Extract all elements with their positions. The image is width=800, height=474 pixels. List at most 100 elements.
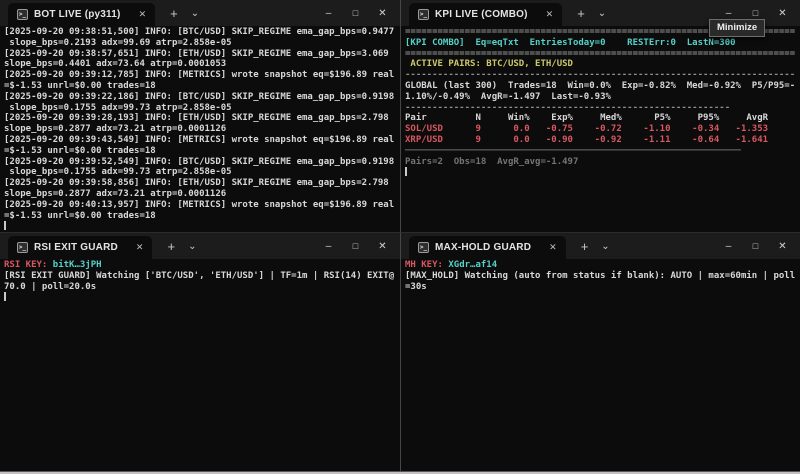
- terminal-line: [2025-09-20 09:38:57,651] INFO: [ETH/USD…: [4, 49, 400, 60]
- new-tab-button[interactable]: +: [577, 6, 585, 21]
- terminal-text: ────────────────────────────────────────…: [405, 146, 741, 156]
- terminal-line: slope_bps=0.4401 adx=73.64 atrp=0.000105…: [4, 59, 400, 70]
- terminal-output-rsi-guard[interactable]: RSI KEY: bitK…3jPH[RSI EXIT GUARD] Watch…: [0, 259, 400, 303]
- tab-bar-max-hold: >_ MAX-HOLD GUARD ✕ + ⌄ – □ ✕: [401, 233, 800, 259]
- terminal-text: 1.10%/-0.49% AvgR=-1.497 Last=-0.93%: [405, 92, 611, 102]
- new-tab-button[interactable]: +: [170, 6, 178, 21]
- tab-dropdown-icon[interactable]: ⌄: [598, 8, 606, 19]
- close-button[interactable]: ✕: [769, 8, 796, 19]
- tab-title: KPI LIVE (COMBO): [435, 9, 528, 20]
- terminal-text: [2025-09-20 09:38:57,651] INFO: [ETH/USD…: [4, 49, 389, 59]
- terminal-text: [RSI EXIT GUARD] Watching ['BTC/USD', 'E…: [4, 271, 394, 281]
- terminal-text: [KPI COMBO] Eq=eqTxt EntriesToday=0 REST…: [405, 38, 736, 48]
- terminal-line: XRP/USD 9 0.0 -0.90 -0.92 -1.11 -0.64 -1…: [405, 135, 800, 146]
- maximize-button[interactable]: □: [342, 241, 369, 251]
- terminal-line: slope_bps=0.2877 adx=73.21 atrp=0.000112…: [4, 189, 400, 200]
- terminal-line: ----------------------------------------…: [405, 70, 800, 81]
- terminal-line: =$-1.53 unrl=$0.00 trades=18: [4, 81, 400, 92]
- minimize-button[interactable]: –: [315, 241, 342, 252]
- terminal-line: GLOBAL (last 300) Trades=18 Win=0.0% Exp…: [405, 81, 800, 92]
- terminal-line: [2025-09-20 09:39:22,186] INFO: [BTC/USD…: [4, 92, 400, 103]
- tab-bar-bot-live: >_ BOT LIVE (py311) ✕ + ⌄ – □ ✕: [0, 0, 400, 26]
- terminal-line: [KPI COMBO] Eq=eqTxt EntriesToday=0 REST…: [405, 38, 800, 49]
- terminal-app-icon: >_: [418, 242, 429, 253]
- terminal-app-icon: >_: [17, 242, 28, 253]
- terminal-grid: >_ BOT LIVE (py311) ✕ + ⌄ – □ ✕ [2025-09…: [0, 0, 800, 471]
- terminal-line: 1.10%/-0.49% AvgR=-1.497 Last=-0.93%: [405, 92, 800, 103]
- terminal-text: [MAX_HOLD] Watching (auto from status if…: [405, 271, 795, 281]
- terminal-text: ----------------------------------------…: [405, 103, 730, 113]
- terminal-line: =$-1.53 unrl=$0.00 trades=18: [4, 211, 400, 222]
- tab-dropdown-icon[interactable]: ⌄: [191, 8, 199, 19]
- terminal-line: Pairs=2 Obs=18 AvgR_avg=-1.497: [405, 157, 800, 168]
- terminal-text: slope_bps=0.2193 adx=99.69 atrp=2.858e-0…: [4, 38, 232, 48]
- tab-title: BOT LIVE (py311): [34, 9, 121, 20]
- terminal-output-kpi-live[interactable]: ========================================…: [401, 26, 800, 178]
- terminal-output-bot-live[interactable]: [2025-09-20 09:38:51,500] INFO: [BTC/USD…: [0, 26, 400, 232]
- tab-close-icon[interactable]: ✕: [139, 9, 147, 20]
- terminal-window-max-hold: >_ MAX-HOLD GUARD ✕ + ⌄ – □ ✕ MH KEY: XG…: [400, 232, 800, 471]
- terminal-text: [2025-09-20 09:39:28,193] INFO: [ETH/USD…: [4, 113, 389, 123]
- terminal-line: [4, 292, 400, 303]
- terminal-text: slope_bps=0.2877 adx=73.21 atrp=0.000112…: [4, 124, 226, 134]
- maximize-button[interactable]: □: [742, 8, 769, 18]
- terminal-line: [2025-09-20 09:39:52,549] INFO: [BTC/USD…: [4, 157, 400, 168]
- terminal-line: ────────────────────────────────────────…: [405, 146, 800, 157]
- terminal-text: Pair N Win% Exp% Med% P5% P95% AvgR: [405, 113, 768, 123]
- maximize-button[interactable]: □: [342, 8, 369, 18]
- terminal-text: slope_bps=0.1755 adx=99.73 atrp=2.858e-0…: [4, 103, 232, 113]
- terminal-text: slope_bps=0.4401 adx=73.64 atrp=0.000105…: [4, 59, 226, 69]
- terminal-line: =30s: [405, 282, 800, 293]
- close-button[interactable]: ✕: [769, 241, 796, 252]
- terminal-text: slope_bps=0.2877 adx=73.21 atrp=0.000112…: [4, 189, 226, 199]
- terminal-line: [2025-09-20 09:39:28,193] INFO: [ETH/USD…: [4, 113, 400, 124]
- close-button[interactable]: ✕: [369, 241, 396, 252]
- tab-kpi-live[interactable]: >_ KPI LIVE (COMBO) ✕: [409, 3, 562, 26]
- terminal-line: MH KEY: XGdr…af14: [405, 260, 800, 271]
- minimize-button[interactable]: –: [315, 8, 342, 19]
- terminal-window-bot-live: >_ BOT LIVE (py311) ✕ + ⌄ – □ ✕ [2025-09…: [0, 0, 400, 232]
- terminal-line: slope_bps=0.2877 adx=73.21 atrp=0.000112…: [4, 124, 400, 135]
- terminal-line: slope_bps=0.1755 adx=99.73 atrp=2.858e-0…: [4, 103, 400, 114]
- terminal-line: [2025-09-20 09:39:12,785] INFO: [METRICS…: [4, 70, 400, 81]
- terminal-text: SOL/USD 9 0.0 -0.75 -0.72 -1.10 -0.34 -1…: [405, 124, 768, 134]
- terminal-line: [2025-09-20 09:39:43,549] INFO: [METRICS…: [4, 135, 400, 146]
- terminal-text: =30s: [405, 282, 427, 292]
- terminal-line: [4, 221, 400, 232]
- terminal-text: [2025-09-20 09:39:12,785] INFO: [METRICS…: [4, 70, 394, 80]
- close-button[interactable]: ✕: [369, 8, 396, 19]
- terminal-line: [2025-09-20 09:38:51,500] INFO: [BTC/USD…: [4, 27, 400, 38]
- new-tab-button[interactable]: +: [581, 239, 589, 254]
- terminal-text: Pairs=2 Obs=18 AvgR_avg=-1.497: [405, 157, 578, 167]
- tab-rsi-guard[interactable]: >_ RSI EXIT GUARD ✕: [8, 236, 152, 259]
- terminal-window-kpi-live: >_ KPI LIVE (COMBO) ✕ + ⌄ – □ ✕ Minimize…: [400, 0, 800, 232]
- tab-close-icon[interactable]: ✕: [546, 9, 554, 20]
- terminal-cursor: [4, 292, 6, 301]
- tab-close-icon[interactable]: ✕: [549, 242, 557, 253]
- minimize-button[interactable]: –: [715, 8, 742, 19]
- minimize-button[interactable]: –: [715, 241, 742, 252]
- terminal-text: MH KEY:: [405, 260, 448, 270]
- terminal-line: Pair N Win% Exp% Med% P5% P95% AvgR: [405, 113, 800, 124]
- terminal-line: RSI KEY: bitK…3jPH: [4, 260, 400, 271]
- terminal-cursor: [4, 221, 6, 230]
- tab-bot-live[interactable]: >_ BOT LIVE (py311) ✕: [8, 3, 155, 26]
- terminal-text: [2025-09-20 09:40:13,957] INFO: [METRICS…: [4, 200, 394, 210]
- terminal-line: ========================================…: [405, 49, 800, 60]
- terminal-text: [2025-09-20 09:39:22,186] INFO: [BTC/USD…: [4, 92, 394, 102]
- terminal-output-max-hold[interactable]: MH KEY: XGdr…af14[MAX_HOLD] Watching (au…: [401, 259, 800, 292]
- terminal-text: slope_bps=0.1755 adx=99.73 atrp=2.858e-0…: [4, 167, 232, 177]
- terminal-text: ----------------------------------------…: [405, 70, 795, 80]
- terminal-text: [2025-09-20 09:39:52,549] INFO: [BTC/USD…: [4, 157, 394, 167]
- tab-title: MAX-HOLD GUARD: [435, 242, 531, 253]
- terminal-text: [2025-09-20 09:39:58,856] INFO: [ETH/USD…: [4, 178, 389, 188]
- new-tab-button[interactable]: +: [167, 239, 175, 254]
- tab-dropdown-icon[interactable]: ⌄: [601, 241, 609, 252]
- terminal-line: [RSI EXIT GUARD] Watching ['BTC/USD', 'E…: [4, 271, 400, 282]
- tab-max-hold[interactable]: >_ MAX-HOLD GUARD ✕: [409, 236, 566, 259]
- tab-close-icon[interactable]: ✕: [136, 242, 144, 253]
- tab-dropdown-icon[interactable]: ⌄: [188, 241, 196, 252]
- terminal-window-rsi-guard: >_ RSI EXIT GUARD ✕ + ⌄ – □ ✕ RSI KEY: b…: [0, 232, 400, 471]
- terminal-text: [2025-09-20 09:38:51,500] INFO: [BTC/USD…: [4, 27, 394, 37]
- maximize-button[interactable]: □: [742, 241, 769, 251]
